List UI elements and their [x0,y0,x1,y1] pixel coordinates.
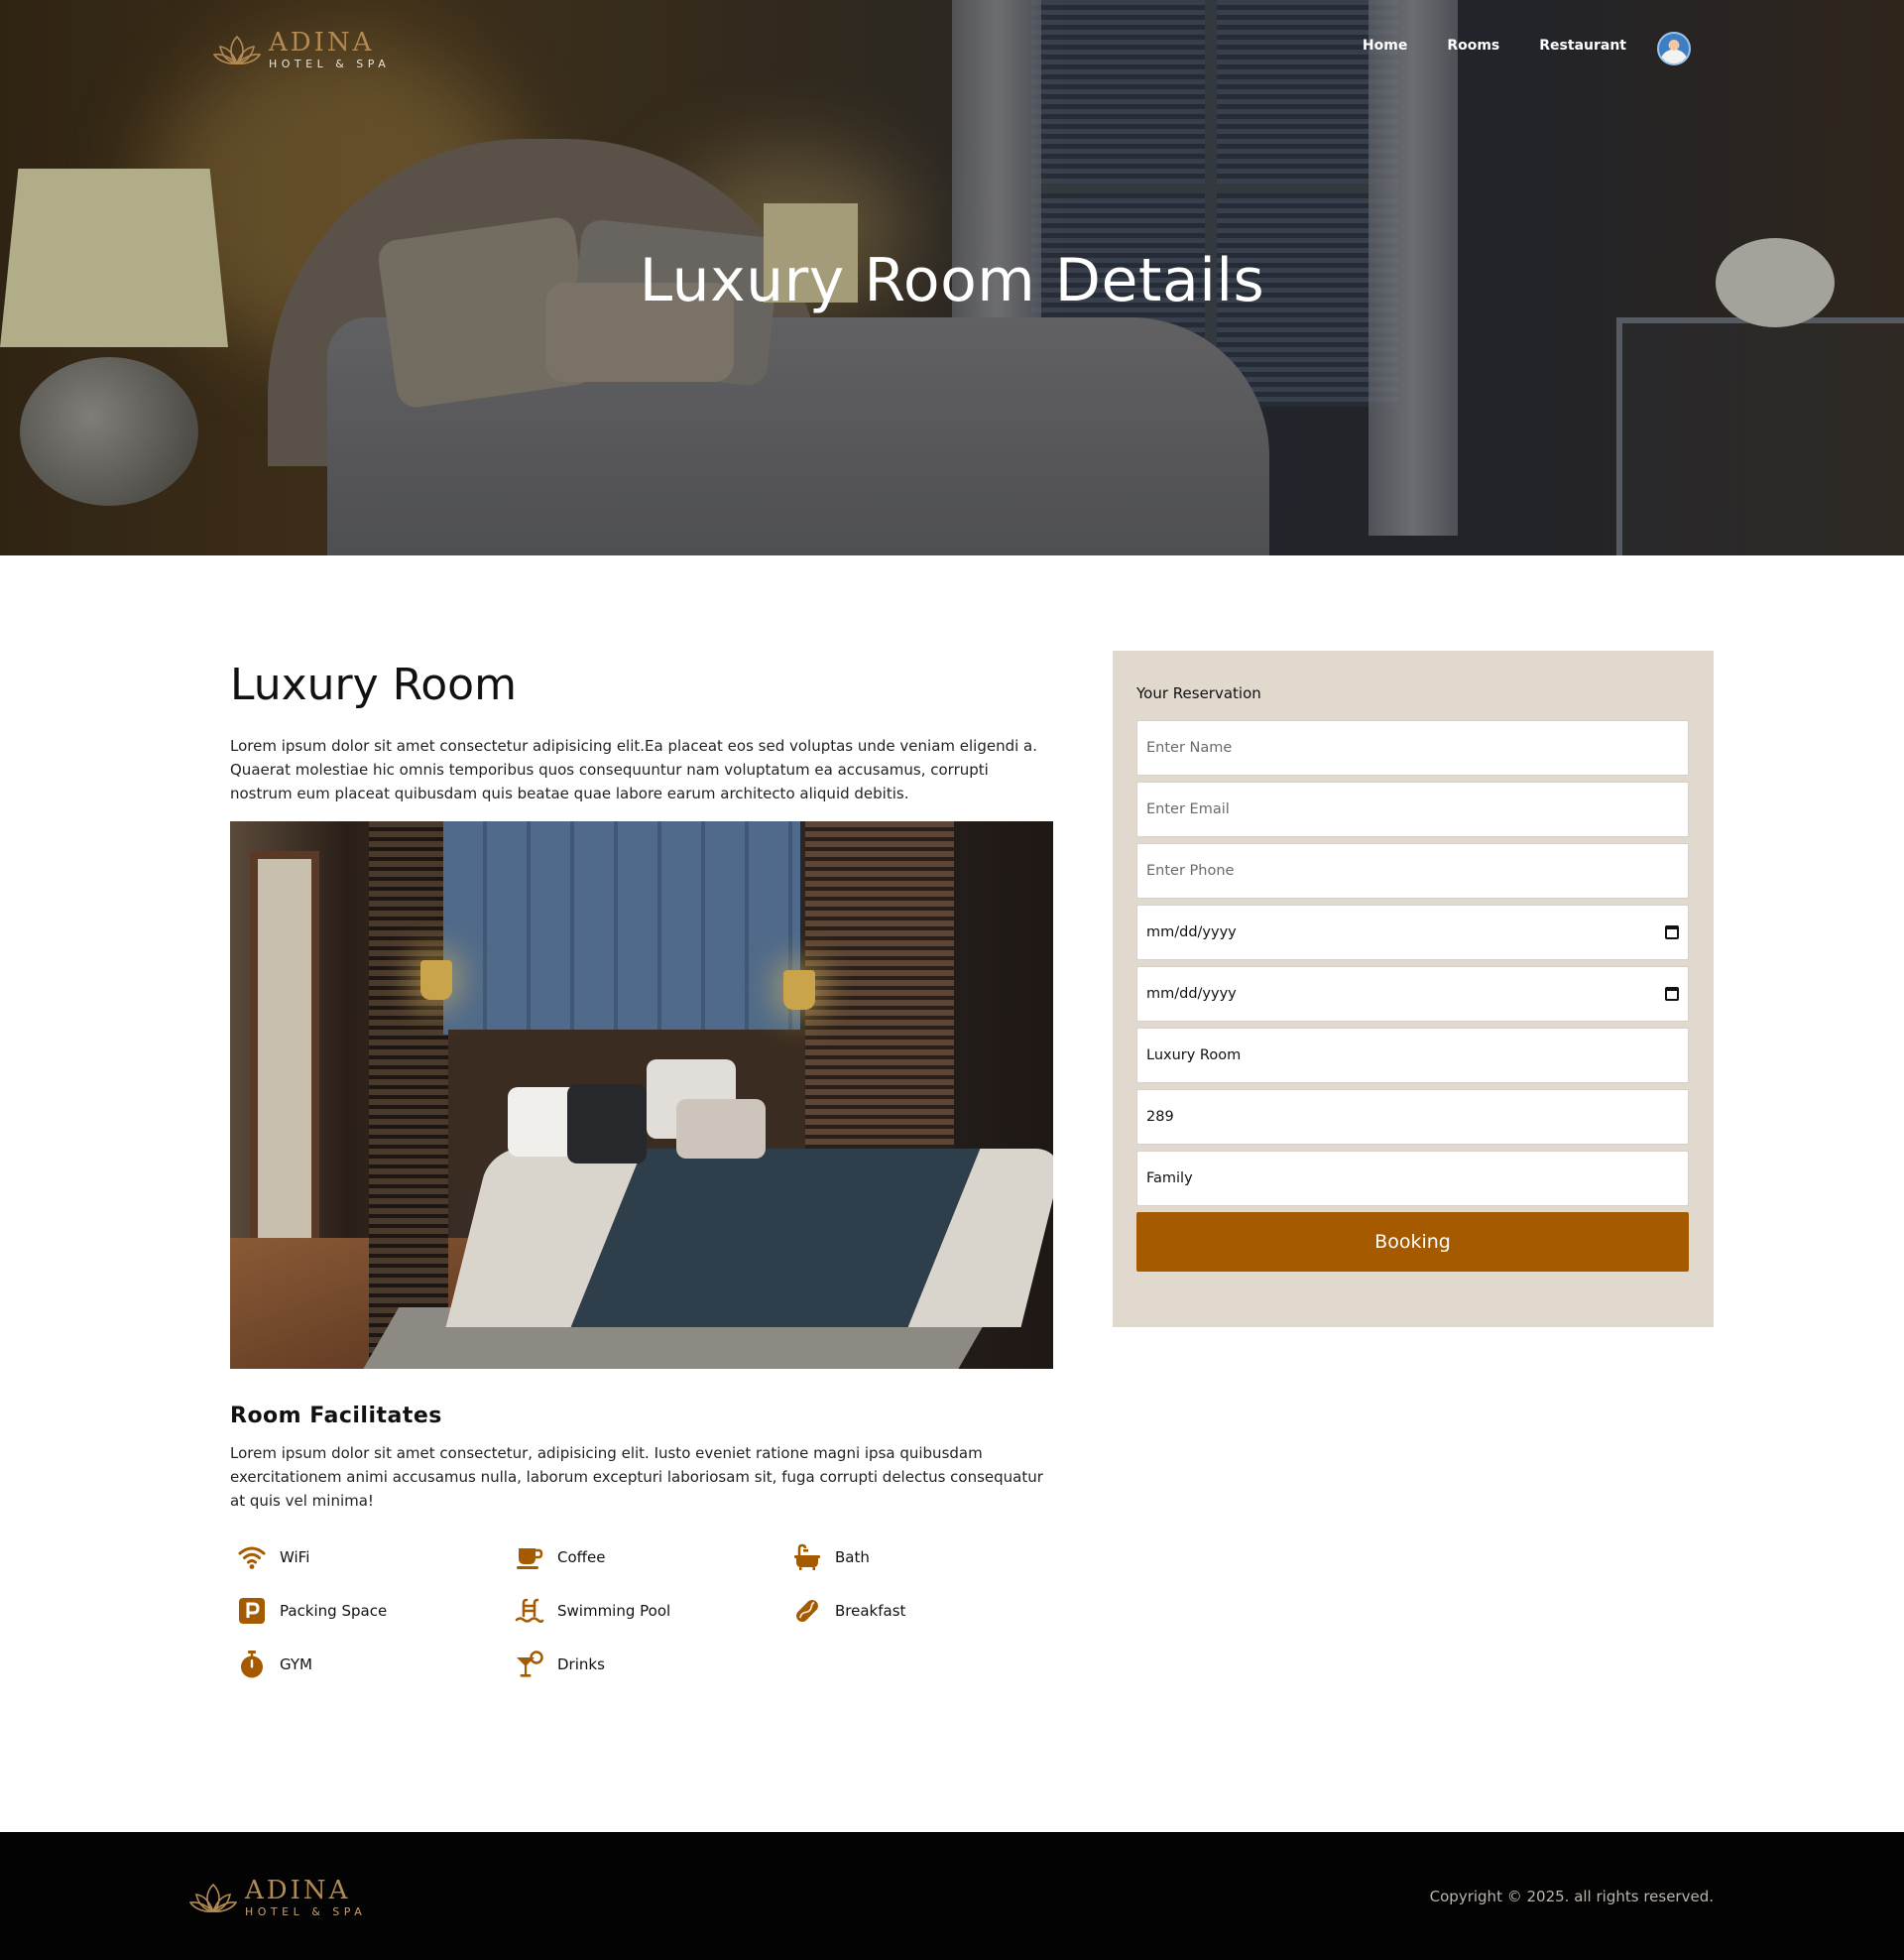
hero-banner: ADINA HOTEL & SPA Home Rooms Restaurant … [0,0,1904,555]
facilities-list: WiFi Coffee Bath Packing Space Swimming … [234,1541,1067,1679]
email-input[interactable] [1146,801,1679,817]
logo-text: ADINA HOTEL & SPA [245,1878,366,1917]
room-photo-lamp [783,970,815,1010]
nav-home-link[interactable]: Home [1363,38,1407,54]
swimming-pool-icon [512,1595,547,1626]
nav-restaurant-link[interactable]: Restaurant [1539,38,1626,54]
nav-rooms-link[interactable]: Rooms [1447,38,1499,54]
copyright-text: Copyright © 2025. all rights reserved. [1429,1888,1714,1905]
nav-links: Home Rooms Restaurant [1363,38,1626,54]
bath-icon [789,1541,825,1572]
facility-item: Packing Space [234,1595,512,1626]
facility-item: Drinks [512,1649,789,1679]
facilities-title: Room Facilitates [230,1404,442,1428]
facility-label: Breakfast [835,1601,906,1620]
parking-icon [234,1595,270,1626]
wifi-icon [234,1541,270,1572]
header-logo[interactable]: ADINA HOTEL & SPA [213,30,390,69]
stopwatch-icon [234,1649,270,1679]
room-price-field [1136,1089,1689,1145]
facility-label: Bath [835,1547,870,1566]
phone-input[interactable] [1146,863,1679,879]
footer-logo[interactable]: ADINA HOTEL & SPA [189,1878,366,1917]
facility-item: GYM [234,1649,512,1679]
room-name-field [1136,1028,1689,1083]
calendar-icon[interactable] [1665,987,1679,1001]
logo-tagline: HOTEL & SPA [269,58,391,70]
logo-brand-name: ADINA [245,1876,351,1905]
site-footer: ADINA HOTEL & SPA Copyright © 2025. all … [0,1832,1904,1960]
lotus-logo-icon [213,35,261,65]
room-type-field [1136,1151,1689,1206]
logo-brand-name: ADINA [269,28,375,58]
name-field [1136,720,1689,776]
hero-title: Luxury Room Details [639,246,1265,315]
room-photo-blinds [369,821,448,1369]
reservation-form: Your Reservation mm/dd/yyyy mm/dd/yyyy B… [1113,651,1714,1327]
facility-label: WiFi [280,1547,310,1566]
facilities-description: Lorem ipsum dolor sit amet consectetur, … [230,1444,1043,1510]
facility-label: Packing Space [280,1601,388,1620]
room-price-input[interactable] [1146,1109,1679,1125]
room-photo-pillow [676,1099,766,1159]
checkout-date-value: mm/dd/yyyy [1146,986,1237,1002]
booking-button[interactable]: Booking [1136,1212,1689,1272]
room-photo-lamp [420,960,452,1000]
user-avatar-icon[interactable] [1657,32,1691,65]
room-type-input[interactable] [1146,1170,1679,1186]
room-photo-wall-panel [443,821,800,1035]
facility-label: Coffee [557,1547,606,1566]
cocktail-icon [512,1649,547,1679]
breakfast-icon [789,1595,825,1626]
facility-item: Coffee [512,1541,789,1572]
checkin-date-field[interactable]: mm/dd/yyyy [1136,905,1689,960]
room-title: Luxury Room [230,660,517,710]
top-navigation: ADINA HOTEL & SPA Home Rooms Restaurant [0,0,1904,99]
checkin-date-value: mm/dd/yyyy [1146,924,1237,940]
facility-label: GYM [280,1654,312,1673]
calendar-icon[interactable] [1665,925,1679,939]
logo-tagline: HOTEL & SPA [245,1905,367,1918]
lotus-logo-icon [189,1883,237,1913]
room-photo-door [250,851,319,1248]
room-photo [230,821,1053,1369]
reservation-title: Your Reservation [1136,684,1261,702]
facility-item: Swimming Pool [512,1595,789,1626]
room-photo-pillow [567,1084,647,1164]
room-name-input[interactable] [1146,1047,1679,1063]
facility-item: Bath [789,1541,1067,1572]
checkout-date-field[interactable]: mm/dd/yyyy [1136,966,1689,1022]
facility-item: Breakfast [789,1595,1067,1626]
room-photo-throw [570,1149,981,1327]
logo-text: ADINA HOTEL & SPA [269,30,390,69]
phone-field [1136,843,1689,899]
facility-item: WiFi [234,1541,512,1572]
facility-label: Drinks [557,1654,605,1673]
facility-label: Swimming Pool [557,1601,671,1620]
coffee-icon [512,1541,547,1572]
email-field [1136,782,1689,837]
room-description: Lorem ipsum dolor sit amet consectetur a… [230,737,1038,802]
name-input[interactable] [1146,740,1679,756]
